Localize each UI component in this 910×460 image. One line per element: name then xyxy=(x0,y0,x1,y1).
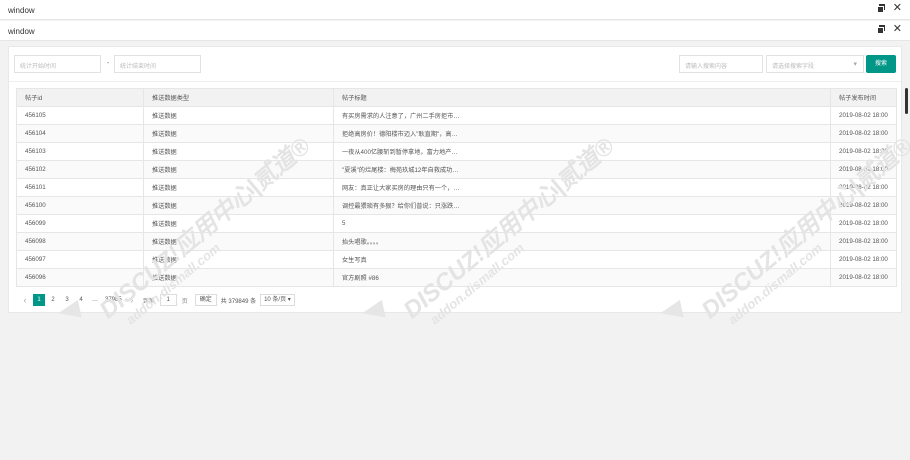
scrollbar-thumb[interactable] xyxy=(905,88,908,114)
cell-post-title: 5 xyxy=(333,214,831,233)
watermark-arrow-icon xyxy=(360,299,386,323)
start-time-input[interactable]: 统计开始时间 xyxy=(14,55,101,73)
date-range-separator: - xyxy=(107,60,110,67)
data-table: 帖子id 推送数据类型 帖子标题 帖子发布时间 456105 推送数据 有买房需… xyxy=(16,88,897,287)
cell-post-title: 官方剧照 #86 xyxy=(333,268,831,287)
search-input[interactable]: 请输入搜索内容 xyxy=(679,55,763,73)
table-row[interactable]: 456105 推送数据 有买房需求的人注意了，广州二手房拒市… 2019-08-… xyxy=(16,106,897,125)
cell-post-title: 拒绝高房价！德阳楼市迈入"耿直期"，高… xyxy=(333,124,831,143)
table-row[interactable]: 456104 推送数据 拒绝高房价！德阳楼市迈入"耿直期"，高… 2019-08… xyxy=(16,124,897,143)
cell-push-type: 推送数据 xyxy=(143,124,334,143)
table-row[interactable]: 456102 推送数据 "夏溪"的烂尾楼：梅苑玖城12年自救成功… 2019-0… xyxy=(16,160,897,179)
cell-push-type: 推送数据 xyxy=(143,142,334,161)
content-panel: 统计开始时间 - 统计结束时间 请输入搜索内容 请选择搜索字段 ▾ 搜索 帖子i… xyxy=(8,46,902,313)
table-header-row: 帖子id 推送数据类型 帖子标题 帖子发布时间 xyxy=(16,88,897,107)
close-icon[interactable]: ✕ xyxy=(893,3,902,14)
column-header-push-type[interactable]: 推送数据类型 xyxy=(143,88,334,107)
cell-push-type: 推送数据 xyxy=(143,160,334,179)
page-size-select[interactable]: 10 条/页 ▾ xyxy=(260,294,295,306)
cell-post-id: 456097 xyxy=(16,250,144,269)
filter-bar: 统计开始时间 - 统计结束时间 请输入搜索内容 请选择搜索字段 ▾ 搜索 xyxy=(14,55,896,75)
cell-post-title: 女生写真 xyxy=(333,250,831,269)
end-time-input[interactable]: 统计结束时间 xyxy=(114,55,201,73)
chevron-down-icon: ▾ xyxy=(853,61,857,68)
table-row[interactable]: 456101 推送数据 网友：真正让大家买房的理由只有一个，… 2019-08-… xyxy=(16,178,897,197)
goto-page-input[interactable]: 1 xyxy=(159,294,177,306)
cell-post-id: 456104 xyxy=(16,124,144,143)
search-field-select[interactable]: 请选择搜索字段 ▾ xyxy=(766,55,864,73)
close-icon[interactable]: ✕ xyxy=(893,24,902,35)
cell-publish-time: 2019-08-02 18:00 xyxy=(830,268,897,287)
table-row[interactable]: 456100 推送数据 调控最猥琐有多狠？给你们普说：只涨跌… 2019-08-… xyxy=(16,196,897,215)
cell-publish-time: 2019-08-02 18:00 xyxy=(830,232,897,251)
cell-publish-time: 2019-08-02 18:00 xyxy=(830,196,897,215)
goto-label: 到第 xyxy=(142,298,155,305)
cell-publish-time: 2019-08-02 18:00 xyxy=(830,124,897,143)
window-titlebar-2: window ✕ xyxy=(0,21,910,41)
restore-icon[interactable] xyxy=(876,4,886,13)
cell-post-title: 有买房需求的人注意了，广州二手房拒市… xyxy=(333,106,831,125)
cell-publish-time: 2019-08-02 18:00 xyxy=(830,214,897,233)
window-title: window xyxy=(8,6,35,15)
cell-push-type: 推送数据 xyxy=(143,268,334,287)
page-link-last[interactable]: 37985 xyxy=(103,294,124,306)
search-field-select-label: 请选择搜索字段 xyxy=(772,64,815,70)
page-size-label: 10 条/页 xyxy=(264,297,287,303)
cell-push-type: 推送数据 xyxy=(143,232,334,251)
goto-confirm-button[interactable]: 确定 xyxy=(194,294,217,306)
column-header-post-id[interactable]: 帖子id xyxy=(16,88,144,107)
table-row[interactable]: 456098 推送数据 抬头唱歌。。。。 2019-08-02 18:00 xyxy=(16,232,897,251)
cell-post-id: 456105 xyxy=(16,106,144,125)
cell-post-id: 456096 xyxy=(16,268,144,287)
cell-push-type: 推送数据 xyxy=(143,250,334,269)
watermark-arrow-icon xyxy=(56,299,82,323)
cell-publish-time: 2019-08-02 18:00 xyxy=(830,106,897,125)
page-link-current[interactable]: 1 xyxy=(33,294,45,306)
cell-push-type: 推送数据 xyxy=(143,214,334,233)
page-ellipsis: … xyxy=(92,297,98,303)
cell-push-type: 推送数据 xyxy=(143,196,334,215)
column-header-publish-time[interactable]: 帖子发布时间 xyxy=(830,88,897,107)
cell-publish-time: 2019-08-02 18:00 xyxy=(830,142,897,161)
chevron-left-icon[interactable]: ‹ xyxy=(19,294,31,306)
restore-icon[interactable] xyxy=(876,25,886,34)
cell-post-id: 456102 xyxy=(16,160,144,179)
watermark-arrow-icon xyxy=(658,299,684,323)
cell-publish-time: 2019-08-02 18:00 xyxy=(830,178,897,197)
cell-post-title: 抬头唱歌。。。。 xyxy=(333,232,831,251)
cell-post-title: 调控最猥琐有多狠？给你们普说：只涨跌… xyxy=(333,196,831,215)
table-row[interactable]: 456103 推送数据 一夜从400亿腰斩到暂停拿地，富力地产… 2019-08… xyxy=(16,142,897,161)
cell-post-title: 一夜从400亿腰斩到暂停拿地，富力地产… xyxy=(333,142,831,161)
divider xyxy=(9,81,901,82)
cell-post-id: 456103 xyxy=(16,142,144,161)
cell-post-title: 网友：真正让大家买房的理由只有一个，… xyxy=(333,178,831,197)
cell-publish-time: 2019-08-02 18:00 xyxy=(830,250,897,269)
cell-post-id: 456099 xyxy=(16,214,144,233)
total-count: 共 379849 条 xyxy=(220,298,257,305)
table-row[interactable]: 456096 推送数据 官方剧照 #86 2019-08-02 18:00 xyxy=(16,268,897,287)
cell-publish-time: 2019-08-02 18:00 xyxy=(830,160,897,179)
window-title: window xyxy=(8,27,35,36)
search-button[interactable]: 搜索 xyxy=(866,55,896,73)
chevron-right-icon[interactable]: › xyxy=(126,294,138,306)
table-row[interactable]: 456097 推送数据 女生写真 2019-08-02 18:00 xyxy=(16,250,897,269)
cell-push-type: 推送数据 xyxy=(143,178,334,197)
cell-post-id: 456100 xyxy=(16,196,144,215)
page-unit-label: 页 xyxy=(181,298,188,305)
table-row[interactable]: 456099 推送数据 5 2019-08-02 18:00 xyxy=(16,214,897,233)
cell-post-title: "夏溪"的烂尾楼：梅苑玖城12年自救成功… xyxy=(333,160,831,179)
window-titlebar-1: window ✕ xyxy=(0,0,910,20)
cell-push-type: 推送数据 xyxy=(143,106,334,125)
column-header-post-title[interactable]: 帖子标题 xyxy=(333,88,831,107)
cell-post-id: 456098 xyxy=(16,232,144,251)
cell-post-id: 456101 xyxy=(16,178,144,197)
